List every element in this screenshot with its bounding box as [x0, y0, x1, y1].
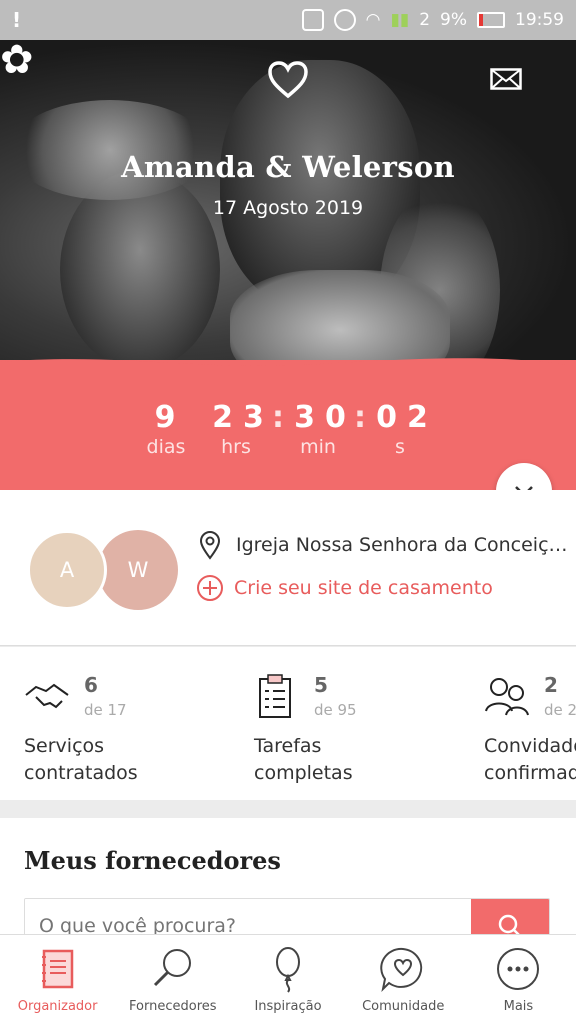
wifi-icon: ◠	[365, 10, 381, 30]
stat-count: 6	[84, 673, 98, 697]
nav-label: Mais	[503, 999, 534, 1014]
status-bar: ! ◠ ▮▮ 2 9% 19:59	[0, 0, 576, 40]
stat-total: de 95	[314, 701, 357, 719]
signal-icon: ▮▮	[390, 10, 410, 30]
stat-label: Tarefas completas	[254, 735, 353, 784]
countdown-hours-label: hrs	[221, 436, 251, 458]
handshake-icon	[25, 683, 69, 709]
guests-icon	[485, 678, 529, 716]
flower-decoration-icon: ✿	[0, 40, 34, 83]
stat-total: de 2	[544, 701, 576, 719]
nav-label: Fornecedores	[129, 999, 217, 1014]
venue-name: Igreja Nossa Senhora da Conceiç…	[236, 534, 568, 556]
notebook-icon	[41, 949, 73, 989]
nav-fornecedores[interactable]: Fornecedores	[115, 935, 230, 1024]
heart-icon[interactable]	[266, 60, 310, 100]
countdown-separator: :	[354, 400, 366, 435]
vibrate-icon	[301, 9, 324, 31]
search-icon	[153, 949, 191, 987]
wedding-date: 17 Agosto 2019	[212, 197, 364, 219]
chat-heart-icon	[380, 947, 423, 993]
countdown-banner: 9 dias 23 hrs : 30 min : 02 s	[0, 358, 576, 490]
countdown-hours: 23	[212, 400, 274, 435]
more-icon	[497, 948, 540, 990]
mail-icon[interactable]	[490, 68, 522, 90]
avatar[interactable]: A	[27, 530, 107, 610]
alarm-icon	[333, 9, 356, 31]
stats-row: 6 de 17 Serviços contratados 5 de 95 Tare…	[0, 647, 576, 800]
countdown-seconds: 02	[376, 400, 438, 435]
location-pin-icon	[199, 531, 221, 560]
wave-divider	[0, 358, 576, 382]
section-title: Meus fornecedores	[24, 846, 281, 875]
countdown-days: 9	[154, 400, 186, 435]
bottom-nav: Organizador Fornecedores Inspiração Comu…	[0, 934, 576, 1024]
add-circle-icon	[197, 575, 223, 601]
notification-icon: !	[12, 8, 22, 32]
create-site-label: Crie seu site de casamento	[234, 577, 493, 599]
stat-count: 2	[544, 673, 558, 697]
stat-count: 5	[314, 673, 328, 697]
countdown-minutes-label: min	[300, 436, 336, 458]
battery-icon	[477, 12, 505, 28]
nav-mais[interactable]: Mais	[461, 935, 576, 1024]
countdown-seconds-label: s	[395, 436, 405, 458]
nav-label: Inspiração	[254, 999, 322, 1014]
nav-label: Organizador	[17, 999, 98, 1014]
countdown-minutes: 30	[294, 400, 356, 435]
nav-label: Comunidade	[362, 999, 445, 1014]
checklist-icon	[259, 674, 291, 718]
nav-inspiracao[interactable]: Inspiração	[230, 935, 345, 1024]
create-site-link[interactable]: Crie seu site de casamento	[196, 574, 493, 602]
couple-card: W A Igreja Nossa Senhora da Conceiç… Cri…	[0, 490, 576, 646]
countdown-separator: :	[272, 400, 284, 435]
signal-sim-label: 2	[419, 10, 431, 30]
stat-label: Serviços contratados	[24, 735, 138, 784]
nav-organizador[interactable]: Organizador	[0, 935, 115, 1024]
clock: 19:59	[515, 10, 564, 30]
avatar[interactable]: W	[98, 530, 178, 610]
couple-names: Amanda & Welerson	[121, 150, 455, 184]
venue-row[interactable]: Igreja Nossa Senhora da Conceiç…	[198, 530, 568, 560]
battery-percent: 9%	[440, 10, 467, 30]
balloon-icon	[276, 947, 300, 993]
nav-comunidade[interactable]: Comunidade	[346, 935, 461, 1024]
stat-total: de 17	[84, 701, 127, 719]
stat-label: Convidadosconfirmados	[484, 735, 576, 784]
countdown-days-label: dias	[146, 436, 186, 458]
